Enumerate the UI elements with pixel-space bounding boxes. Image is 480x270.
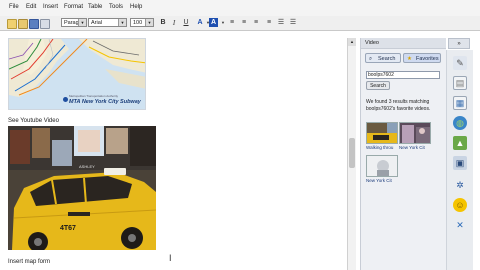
paragraph-select-value: Parag <box>64 20 79 26</box>
align-left-icon[interactable]: ≡ <box>227 18 237 28</box>
chevron-down-icon: ▼ <box>145 19 153 26</box>
numbered-list-icon[interactable]: ☰ <box>288 18 298 28</box>
results-summary: We found 3 results matching boolps7602's… <box>366 99 431 112</box>
thumbnail-graphic <box>400 123 430 143</box>
highlight-color-icon[interactable]: A <box>209 18 218 27</box>
save-icon[interactable] <box>29 19 39 29</box>
image-icon[interactable]: ▲ <box>453 136 467 150</box>
bullet-list-icon[interactable]: ☰ <box>276 18 286 28</box>
underline-icon[interactable]: U <box>181 18 191 28</box>
video-result-thumbnail[interactable] <box>399 122 431 144</box>
formatting-toolbar: Parag ▼ Arial ▼ 100 ▼ B I U A ▼ A ▼ ≡ ≡ … <box>0 16 480 31</box>
star-icon: ★ <box>407 56 412 62</box>
video-result-title[interactable]: Walking throu <box>366 145 393 150</box>
menu-insert[interactable]: Insert <box>43 4 58 10</box>
double-chevron-icon: » <box>457 41 461 47</box>
settings-icon[interactable]: ✲ <box>453 178 467 192</box>
video-result-thumbnail[interactable] <box>366 155 398 177</box>
print-icon[interactable] <box>40 19 50 29</box>
paragraph-select[interactable]: Parag ▼ <box>61 18 87 27</box>
scroll-up-icon[interactable]: ▲ <box>348 38 356 46</box>
map-caption: MTA New York City Subway <box>69 99 141 105</box>
italic-icon[interactable]: I <box>169 18 179 28</box>
menu-help[interactable]: Help <box>130 4 142 10</box>
chevron-down-icon: ▼ <box>118 19 126 26</box>
sigma-icon[interactable]: ✕ <box>453 218 467 232</box>
tab-search[interactable]: ⌕ Search <box>365 53 401 63</box>
scrollbar-thumb[interactable] <box>349 138 355 168</box>
align-right-icon[interactable]: ≡ <box>251 18 261 28</box>
text-cursor-icon: I <box>169 253 172 263</box>
open-folder-icon[interactable] <box>18 19 28 29</box>
pen-icon[interactable]: ✎ <box>453 56 467 70</box>
subway-map-image: Metropolitan Transportation Authority MT… <box>8 38 146 110</box>
tab-favorites-label: Favorites <box>416 56 439 62</box>
bold-icon[interactable]: B <box>158 18 168 28</box>
font-size-select-value: 100 <box>133 20 143 26</box>
font-select-value: Arial <box>91 20 103 26</box>
tool-rail: ✎ ▤ ▦ ◍ ▲ ▣ ✲ ☺ ✕ <box>446 50 473 270</box>
video-result-title[interactable]: New York Cit <box>366 178 392 183</box>
panel-header: Video <box>361 38 446 49</box>
taxi-number: 4T67 <box>60 225 76 232</box>
globe-icon[interactable]: ◍ <box>453 116 467 130</box>
calendar-icon[interactable]: ▦ <box>453 96 467 110</box>
search-icon: ⌕ <box>369 56 373 62</box>
editor-scrollbar[interactable]: ▲ <box>347 38 356 270</box>
video-sign-text: ASHLEY <box>79 164 95 169</box>
video-result-thumbnail[interactable] <box>366 122 398 144</box>
taxi-video-frame: ASHLEY 4T67 <box>8 126 156 250</box>
video-panel: Video ⌕ Search ★ Favorites boolps7602 Se… <box>360 38 446 270</box>
thumbnail-graphic <box>367 123 397 143</box>
search-button[interactable]: Search <box>366 81 390 90</box>
map-subtitle: Metropolitan Transportation Authority <box>69 94 119 98</box>
justify-icon[interactable]: ≡ <box>264 18 274 28</box>
menu-table[interactable]: Table <box>88 4 102 10</box>
menu-format[interactable]: Format <box>64 4 83 10</box>
tab-search-label: Search <box>378 56 396 62</box>
thumbnail-graphic <box>367 156 397 176</box>
menu-file[interactable]: File <box>9 4 19 10</box>
search-button-label: Search <box>370 83 386 89</box>
font-size-select[interactable]: 100 ▼ <box>130 18 154 27</box>
video-result-title[interactable]: New York Cit <box>399 145 425 150</box>
youtube-video-embed[interactable]: ASHLEY 4T67 <box>8 126 156 250</box>
video-heading: See Youtube Video <box>8 118 59 124</box>
mta-logo-icon <box>63 97 68 102</box>
chevron-down-icon: ▼ <box>78 19 86 26</box>
document-icon[interactable]: ▤ <box>453 76 467 90</box>
new-document-icon[interactable] <box>7 19 17 29</box>
menu-edit[interactable]: Edit <box>26 4 36 10</box>
insert-map-heading: Insert map form <box>8 259 51 265</box>
film-icon[interactable]: ▣ <box>453 156 467 170</box>
align-center-icon[interactable]: ≡ <box>239 18 249 28</box>
menu-bar: File Edit Insert Format Table Tools Help <box>0 0 480 17</box>
smiley-icon[interactable]: ☺ <box>453 198 467 212</box>
collapse-panel-button[interactable]: » <box>448 38 470 49</box>
menu-tools[interactable]: Tools <box>109 4 123 10</box>
username-search-input[interactable]: boolps7602 <box>366 71 440 79</box>
font-select[interactable]: Arial ▼ <box>88 18 127 27</box>
tab-favorites[interactable]: ★ Favorites <box>403 53 441 63</box>
username-search-value: boolps7602 <box>368 72 394 78</box>
panel-title: Video <box>365 40 379 46</box>
